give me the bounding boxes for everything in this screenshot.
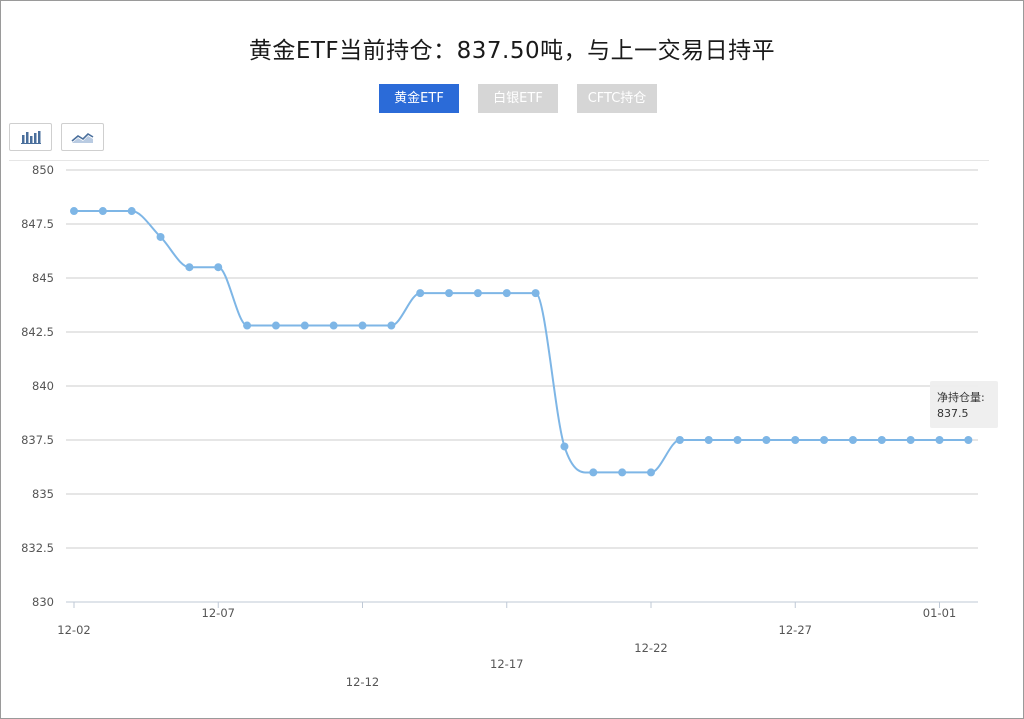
data-point: [329, 321, 338, 330]
data-point: [185, 263, 194, 272]
x-tick-label: 12-17: [490, 657, 523, 671]
y-tick-label: 837.5: [21, 433, 54, 447]
data-point: [502, 289, 511, 298]
x-tick-label: 12-12: [346, 675, 379, 689]
data-point: [473, 289, 482, 298]
data-point: [848, 436, 857, 444]
data-point: [762, 436, 771, 444]
data-point: [964, 436, 973, 444]
tooltip-value: 837.5: [937, 407, 969, 420]
data-point: [243, 321, 252, 330]
data-point: [127, 207, 136, 216]
y-tick-label: 847.5: [21, 217, 54, 231]
data-point: [271, 321, 280, 330]
data-point: [416, 289, 425, 298]
data-point: [300, 321, 309, 330]
data-point: [98, 207, 107, 216]
data-point: [675, 436, 684, 444]
y-tick-label: 830: [32, 595, 54, 609]
data-point: [387, 321, 396, 330]
x-tick-label: 12-07: [202, 606, 235, 620]
data-point: [358, 321, 367, 330]
data-point: [820, 436, 829, 444]
line-chart: 850 847.5 845 842.5 840 837.5 835 832.5 83012-02…: [21, 163, 978, 689]
data-point: [445, 289, 454, 298]
data-tooltip: 净持仓量: 837.5: [930, 381, 998, 428]
data-point: [906, 436, 915, 444]
data-point: [156, 232, 165, 241]
data-point: [560, 442, 569, 451]
data-point: [877, 436, 886, 444]
data-point: [70, 207, 78, 216]
series-line: [74, 210, 969, 474]
y-tick-label: 850: [32, 163, 54, 177]
tooltip-label: 净持仓量:: [937, 391, 985, 404]
data-point: [214, 263, 223, 272]
y-tick-label: 845: [32, 271, 54, 285]
data-point: [618, 468, 627, 477]
x-tick-label: 12-27: [779, 623, 812, 637]
data-point: [647, 468, 655, 477]
x-tick-label: 01-01: [923, 606, 956, 620]
data-point: [733, 436, 742, 444]
y-tick-label: 832.5: [21, 541, 54, 555]
y-tick-label: 835: [32, 487, 54, 501]
x-tick-label: 12-02: [57, 623, 90, 637]
data-point: [589, 468, 598, 477]
data-point: [704, 436, 713, 444]
data-point: [791, 436, 800, 444]
y-tick-label: 842.5: [21, 325, 54, 339]
y-tick-label: 840: [32, 379, 54, 393]
data-point: [531, 289, 540, 298]
data-point: [935, 436, 944, 444]
x-tick-label: 12-22: [634, 641, 667, 655]
